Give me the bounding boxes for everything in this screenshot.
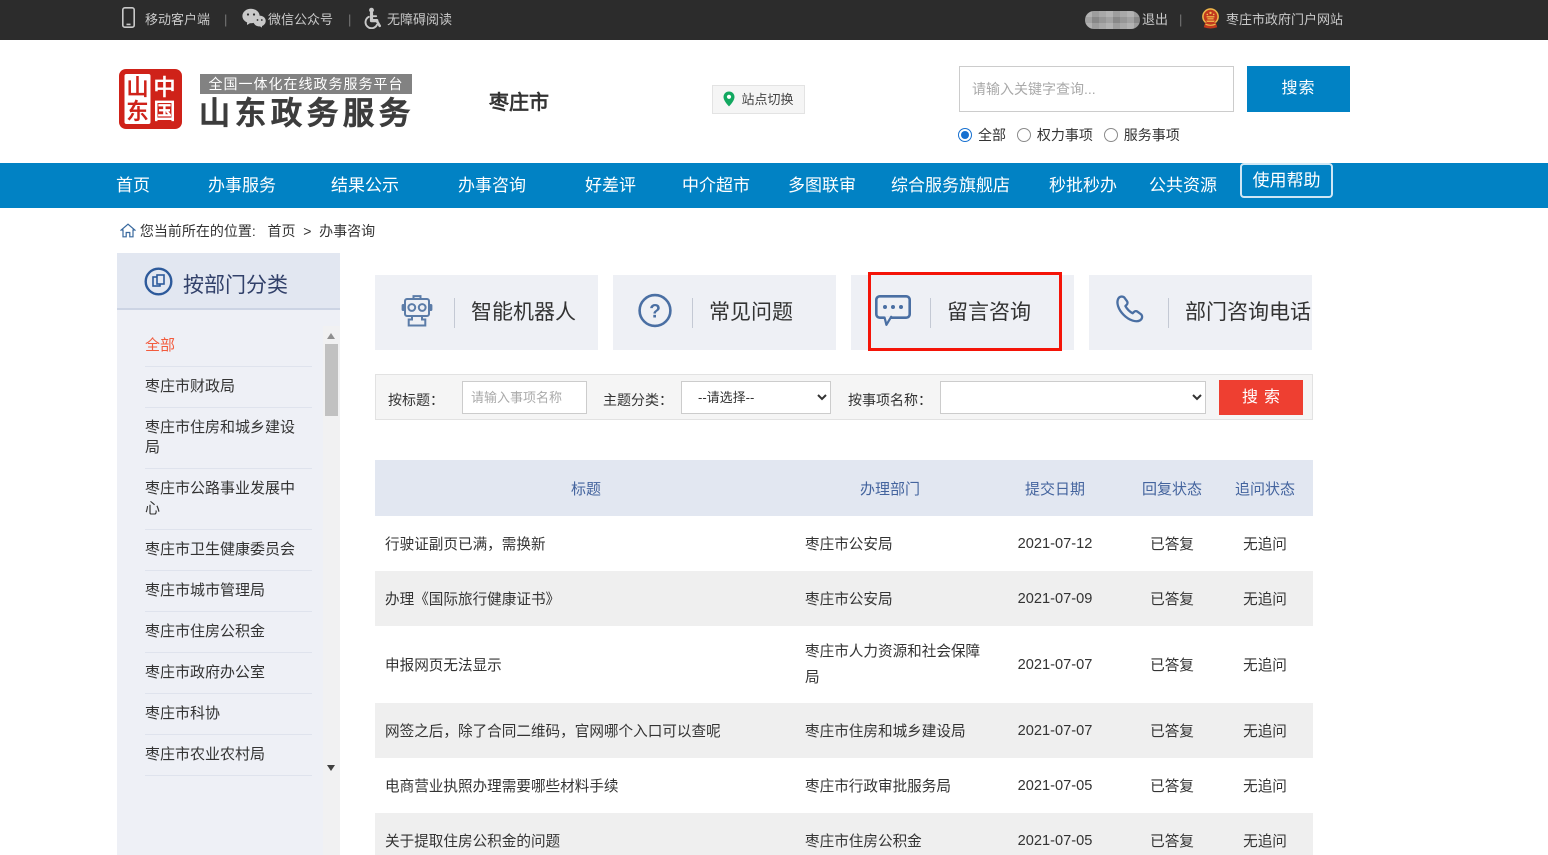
svg-text:山: 山 [126, 75, 148, 100]
svg-text:中: 中 [153, 75, 175, 100]
svg-text:国: 国 [153, 99, 175, 124]
svg-text:?: ? [649, 301, 661, 322]
svg-text:东: 东 [126, 99, 148, 124]
